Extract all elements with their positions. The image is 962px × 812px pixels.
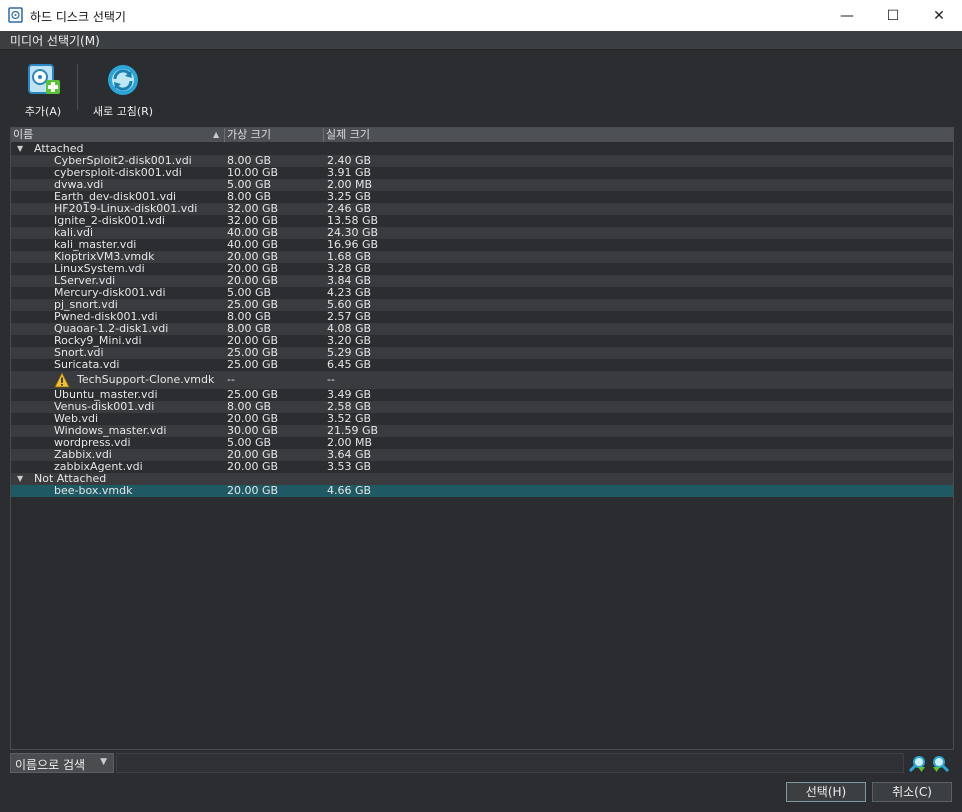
disk-name: Suricata.vdi	[54, 358, 120, 371]
virtual-size: --	[227, 373, 235, 386]
minimize-icon: —	[840, 7, 854, 24]
table-body: ▼ Attached CyberSploit2-disk001.vdi 8.00 GB…	[11, 143, 953, 497]
table-row[interactable]: LinuxSystem.vdi 20.00 GB 3.28 GB	[11, 263, 953, 275]
table-row[interactable]: cybersploit-disk001.vdi 10.00 GB 3.91 GB	[11, 167, 953, 179]
toolbar: 추가(A) 새로 고침(R)	[0, 50, 962, 120]
expand-arrow-icon[interactable]: ▼	[17, 143, 23, 155]
refresh-button[interactable]: 새로 고침(R)	[86, 62, 160, 119]
column-header-actual-size[interactable]: 실제 크기	[323, 128, 946, 142]
virtual-size: 20.00 GB	[227, 484, 279, 497]
actual-size: --	[327, 373, 335, 386]
search-bar: 이름으로 검색 ▼	[10, 753, 906, 773]
disk-name: bee-box.vmdk	[54, 484, 133, 497]
disk-name: TechSupport-Clone.vmdk	[77, 373, 215, 386]
table-row[interactable]: Suricata.vdi 25.00 GB 6.45 GB	[11, 359, 953, 371]
search-input[interactable]	[116, 753, 904, 773]
actual-size: 6.45 GB	[327, 358, 372, 371]
virtual-size: 25.00 GB	[227, 358, 279, 371]
refresh-label: 새로 고침(R)	[92, 105, 154, 118]
table-row[interactable]: bee-box.vmdk 20.00 GB 4.66 GB	[11, 485, 953, 497]
maximize-icon: ☐	[886, 7, 900, 24]
search-mode-label: 이름으로 검색	[15, 758, 86, 772]
chevron-down-icon: ▼	[100, 757, 107, 767]
table-row[interactable]: KioptrixVM3.vmdk 20.00 GB 1.68 GB	[11, 251, 953, 263]
table-row[interactable]: zabbixAgent.vdi 20.00 GB 3.53 GB	[11, 461, 953, 473]
disk-table: 이름 ▲ 가상 크기 실제 크기 ▼ Attached CyberSploit2-d…	[10, 127, 954, 750]
table-row[interactable]: TechSupport-Clone.vmdk -- --	[11, 371, 953, 389]
search-next-icon[interactable]	[932, 755, 950, 773]
table-row[interactable]: Quaoar-1.2-disk1.vdi 8.00 GB 4.08 GB	[11, 323, 953, 335]
search-previous-icon[interactable]	[908, 755, 926, 773]
table-row[interactable]: Mercury-disk001.vdi 5.00 GB 4.23 GB	[11, 287, 953, 299]
toolbar-separator	[77, 64, 78, 110]
table-row[interactable]: kali.vdi 40.00 GB 24.30 GB	[11, 227, 953, 239]
group-not-attached[interactable]: ▼ Not Attached	[11, 473, 953, 485]
title-bar: 하드 디스크 선택기 — ☐ ✕	[0, 0, 962, 31]
maximize-button[interactable]: ☐	[870, 0, 916, 31]
table-row[interactable]: Snort.vdi 25.00 GB 5.29 GB	[11, 347, 953, 359]
expand-arrow-icon[interactable]: ▼	[17, 473, 23, 485]
close-icon: ✕	[933, 7, 945, 24]
table-row[interactable]: Venus-disk001.vdi 8.00 GB 2.58 GB	[11, 401, 953, 413]
select-button[interactable]: 선택(H)	[786, 782, 866, 802]
menu-media-selector[interactable]: 미디어 선택기(M)	[10, 32, 100, 49]
sort-up-icon: ▲	[213, 130, 220, 139]
window-title: 하드 디스크 선택기	[30, 10, 126, 24]
table-header: 이름 ▲ 가상 크기 실제 크기	[11, 128, 953, 143]
minimize-button[interactable]: —	[824, 0, 870, 31]
close-button[interactable]: ✕	[916, 0, 962, 31]
refresh-icon	[108, 65, 138, 95]
cancel-button[interactable]: 취소(C)	[872, 782, 952, 802]
add-button[interactable]: 추가(A)	[16, 62, 70, 119]
table-row[interactable]: Rocky9_Mini.vdi 20.00 GB 3.20 GB	[11, 335, 953, 347]
table-row[interactable]: wordpress.vdi 5.00 GB 2.00 MB	[11, 437, 953, 449]
search-mode-select[interactable]: 이름으로 검색 ▼	[10, 753, 114, 773]
table-row[interactable]: Windows_master.vdi 30.00 GB 21.59 GB	[11, 425, 953, 437]
add-disk-icon	[28, 64, 60, 94]
column-header-virtual-size[interactable]: 가상 크기	[224, 128, 323, 142]
actual-size: 4.66 GB	[327, 484, 372, 497]
virtual-size: 20.00 GB	[227, 460, 279, 473]
virtualbox-disk-icon	[8, 7, 23, 23]
table-row[interactable]: Ignite_2-disk001.vdi 32.00 GB 13.58 GB	[11, 215, 953, 227]
column-header-name[interactable]: 이름	[11, 128, 221, 142]
menu-bar: 미디어 선택기(M)	[0, 31, 962, 50]
table-row[interactable]: Zabbix.vdi 20.00 GB 3.64 GB	[11, 449, 953, 461]
add-label: 추가(A)	[24, 105, 62, 118]
actual-size: 3.53 GB	[327, 460, 372, 473]
warning-icon	[54, 372, 70, 388]
